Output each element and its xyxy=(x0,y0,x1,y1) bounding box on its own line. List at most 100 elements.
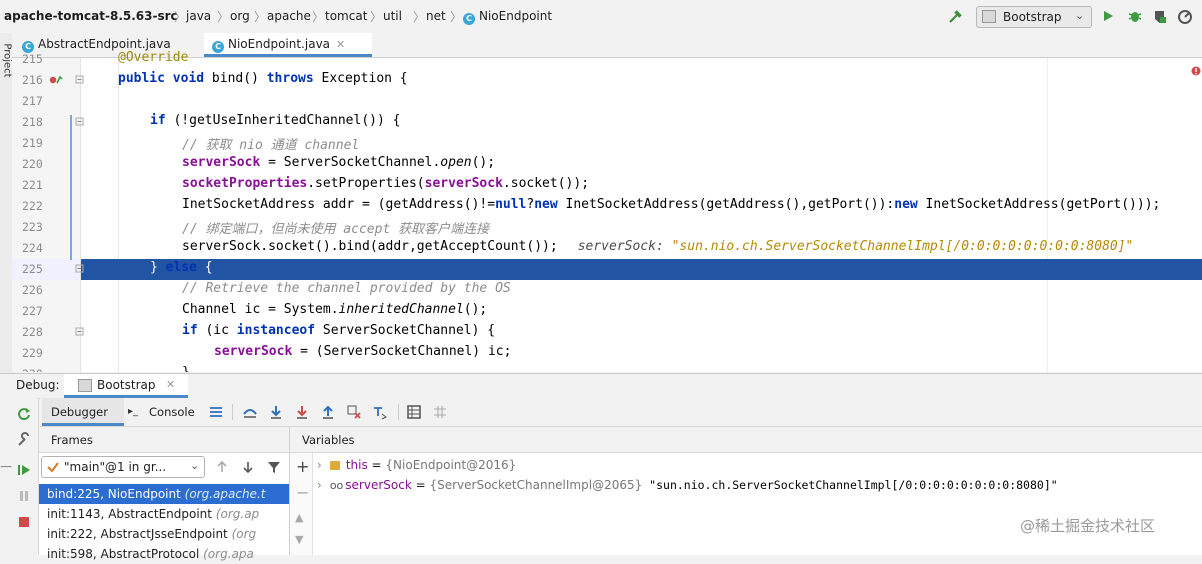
tab-label: AbstractEndpoint.java xyxy=(38,37,171,51)
remove-watch-icon[interactable]: − xyxy=(296,483,309,502)
chevron-down-icon: ⌄ xyxy=(190,459,200,472)
frame-row[interactable]: init:598, AbstractProtocol (org.apa xyxy=(39,544,289,564)
resume-icon[interactable] xyxy=(16,462,32,478)
structure-stripe[interactable]: │ xyxy=(0,464,10,469)
editor-tab-bar: C AbstractEndpoint.java C NioEndpoint.java… xyxy=(12,33,1202,58)
step-out-icon[interactable] xyxy=(320,404,336,420)
line-number-gutter xyxy=(12,58,81,372)
breadcrumb-separator: 〉 xyxy=(370,10,383,24)
evaluate-expression-icon[interactable] xyxy=(406,404,422,420)
variable-name: serverSock xyxy=(345,478,412,492)
stop-icon[interactable] xyxy=(16,514,32,530)
build-hammer-icon[interactable] xyxy=(947,9,963,25)
drop-frame-icon[interactable] xyxy=(346,404,362,420)
breadcrumb-apache[interactable]: apache xyxy=(267,9,311,23)
breadcrumb-org[interactable]: org xyxy=(230,9,250,23)
tab-debugger[interactable]: Debugger xyxy=(42,398,124,426)
check-icon xyxy=(47,462,59,473)
close-icon[interactable]: ✕ xyxy=(336,38,345,51)
tab-nio-endpoint[interactable]: C NioEndpoint.java ✕ xyxy=(204,33,372,57)
variable-type: {ServerSocketChannelImpl@2065} xyxy=(429,478,643,492)
close-icon[interactable]: ✕ xyxy=(166,378,175,391)
filter-icon[interactable] xyxy=(266,459,282,475)
chevron-right-icon[interactable]: › xyxy=(317,478,322,492)
tab-console[interactable]: ▸_ Console xyxy=(128,398,204,426)
add-watch-icon[interactable]: + xyxy=(296,457,309,476)
watch-glasses-icon: oo xyxy=(329,479,344,492)
run-to-cursor-icon[interactable] xyxy=(372,404,388,420)
variable-name: this xyxy=(345,458,368,472)
current-line-gutter-highlight xyxy=(12,259,80,280)
breadcrumb-net[interactable]: net xyxy=(426,9,446,23)
chevron-right-icon[interactable]: › xyxy=(317,458,322,472)
tab-label: NioEndpoint.java xyxy=(228,37,331,51)
project-tool-label[interactable]: Project xyxy=(2,43,13,77)
breadcrumb-separator: 〉 xyxy=(174,10,187,24)
menu-lines-icon[interactable] xyxy=(208,404,224,420)
arrow-down-icon[interactable] xyxy=(240,459,256,475)
tab-label: Console xyxy=(149,405,195,419)
frame-location: (org.ap xyxy=(215,507,260,521)
frames-panel: Frames "main"@1 in gr... ⌄ bind:225, Nio… xyxy=(39,427,290,561)
variable-equals: = xyxy=(367,458,386,472)
trace-stream-icon[interactable] xyxy=(432,404,448,420)
variable-type: {NioEndpoint@2016} xyxy=(385,458,517,472)
variable-row[interactable]: › this = {NioEndpoint@2016} xyxy=(317,455,516,475)
step-over-icon[interactable] xyxy=(268,404,284,420)
frame-method: init:598, AbstractProtocol xyxy=(47,547,200,561)
breadcrumb-project[interactable]: apache-tomcat-8.5.63-src xyxy=(4,9,178,23)
breadcrumb-util[interactable]: util xyxy=(383,9,402,23)
breadcrumb-separator: 〉 xyxy=(413,10,426,24)
breadcrumb-java[interactable]: java xyxy=(186,9,211,23)
navigation-bar: apache-tomcat-8.5.63-src 〉 java 〉 org 〉 … xyxy=(0,0,1202,34)
settings-wrench-icon[interactable] xyxy=(16,432,32,448)
class-icon: C xyxy=(463,13,475,25)
frame-row[interactable]: init:222, AbstractJsseEndpoint (org xyxy=(39,524,289,544)
thread-label: "main"@1 in gr... xyxy=(64,460,167,474)
variable-row[interactable]: › oo serverSock = {ServerSocketChannelImpl… xyxy=(317,475,1058,495)
frame-method: init:222, AbstractJsseEndpoint xyxy=(47,527,228,541)
console-icon: ▸_ xyxy=(128,406,139,417)
debug-bug-icon[interactable] xyxy=(1127,8,1143,24)
move-up-icon[interactable]: ▲ xyxy=(295,511,303,524)
move-down-icon[interactable]: ▼ xyxy=(295,533,303,546)
frames-header: Frames xyxy=(39,427,289,453)
right-margin-guide xyxy=(1047,58,1048,372)
breadcrumb-separator: 〉 xyxy=(217,10,230,24)
breadcrumb-separator: 〉 xyxy=(254,10,267,24)
indent-guide xyxy=(118,58,119,372)
run-icon[interactable] xyxy=(1101,9,1115,23)
profiler-icon[interactable] xyxy=(1177,9,1193,25)
frames-title: Frames xyxy=(51,433,93,447)
run-configuration-label: Bootstrap xyxy=(1003,10,1062,24)
frame-row[interactable]: bind:225, NioEndpoint (org.apache.t xyxy=(39,484,289,504)
show-execution-point-icon[interactable] xyxy=(242,404,258,420)
tab-label: Debugger xyxy=(51,405,108,419)
run-configuration-select[interactable]: Bootstrap ⌄ xyxy=(976,6,1092,28)
frame-method: init:1143, AbstractEndpoint xyxy=(47,507,212,521)
arrow-up-icon[interactable] xyxy=(214,459,230,475)
frame-row[interactable]: init:1143, AbstractEndpoint (org.ap xyxy=(39,504,289,524)
watermark: @稀土掘金技术社区 xyxy=(1020,517,1156,535)
coverage-icon[interactable] xyxy=(1152,9,1168,25)
breadcrumb-tomcat[interactable]: tomcat xyxy=(325,9,367,23)
pause-icon[interactable] xyxy=(16,488,32,504)
code-editor[interactable] xyxy=(81,58,1202,372)
variable-value: "sun.nio.ch.ServerSocketChannelImpl[/0:0… xyxy=(642,478,1058,492)
tab-abstract-endpoint[interactable]: C AbstractEndpoint.java xyxy=(14,33,210,57)
step-into-icon[interactable] xyxy=(294,404,310,420)
breadcrumb-class[interactable]: C NioEndpoint xyxy=(463,9,552,25)
frame-method: bind:225, NioEndpoint xyxy=(47,487,181,501)
rerun-icon[interactable] xyxy=(16,406,32,422)
toolbar-divider xyxy=(232,404,233,420)
debug-label: Debug: xyxy=(16,378,60,392)
variables-header: Variables xyxy=(290,427,1202,453)
field-icon xyxy=(329,461,340,470)
thread-select[interactable]: "main"@1 in gr... ⌄ xyxy=(41,456,205,478)
variable-equals: = xyxy=(411,478,430,492)
tab-debug-bootstrap[interactable]: Bootstrap ✕ xyxy=(64,374,188,398)
class-icon: C xyxy=(212,41,224,53)
config-icon xyxy=(982,10,996,23)
breadcrumb-class-label: NioEndpoint xyxy=(479,9,553,23)
breadcrumb-separator: 〉 xyxy=(450,10,463,24)
